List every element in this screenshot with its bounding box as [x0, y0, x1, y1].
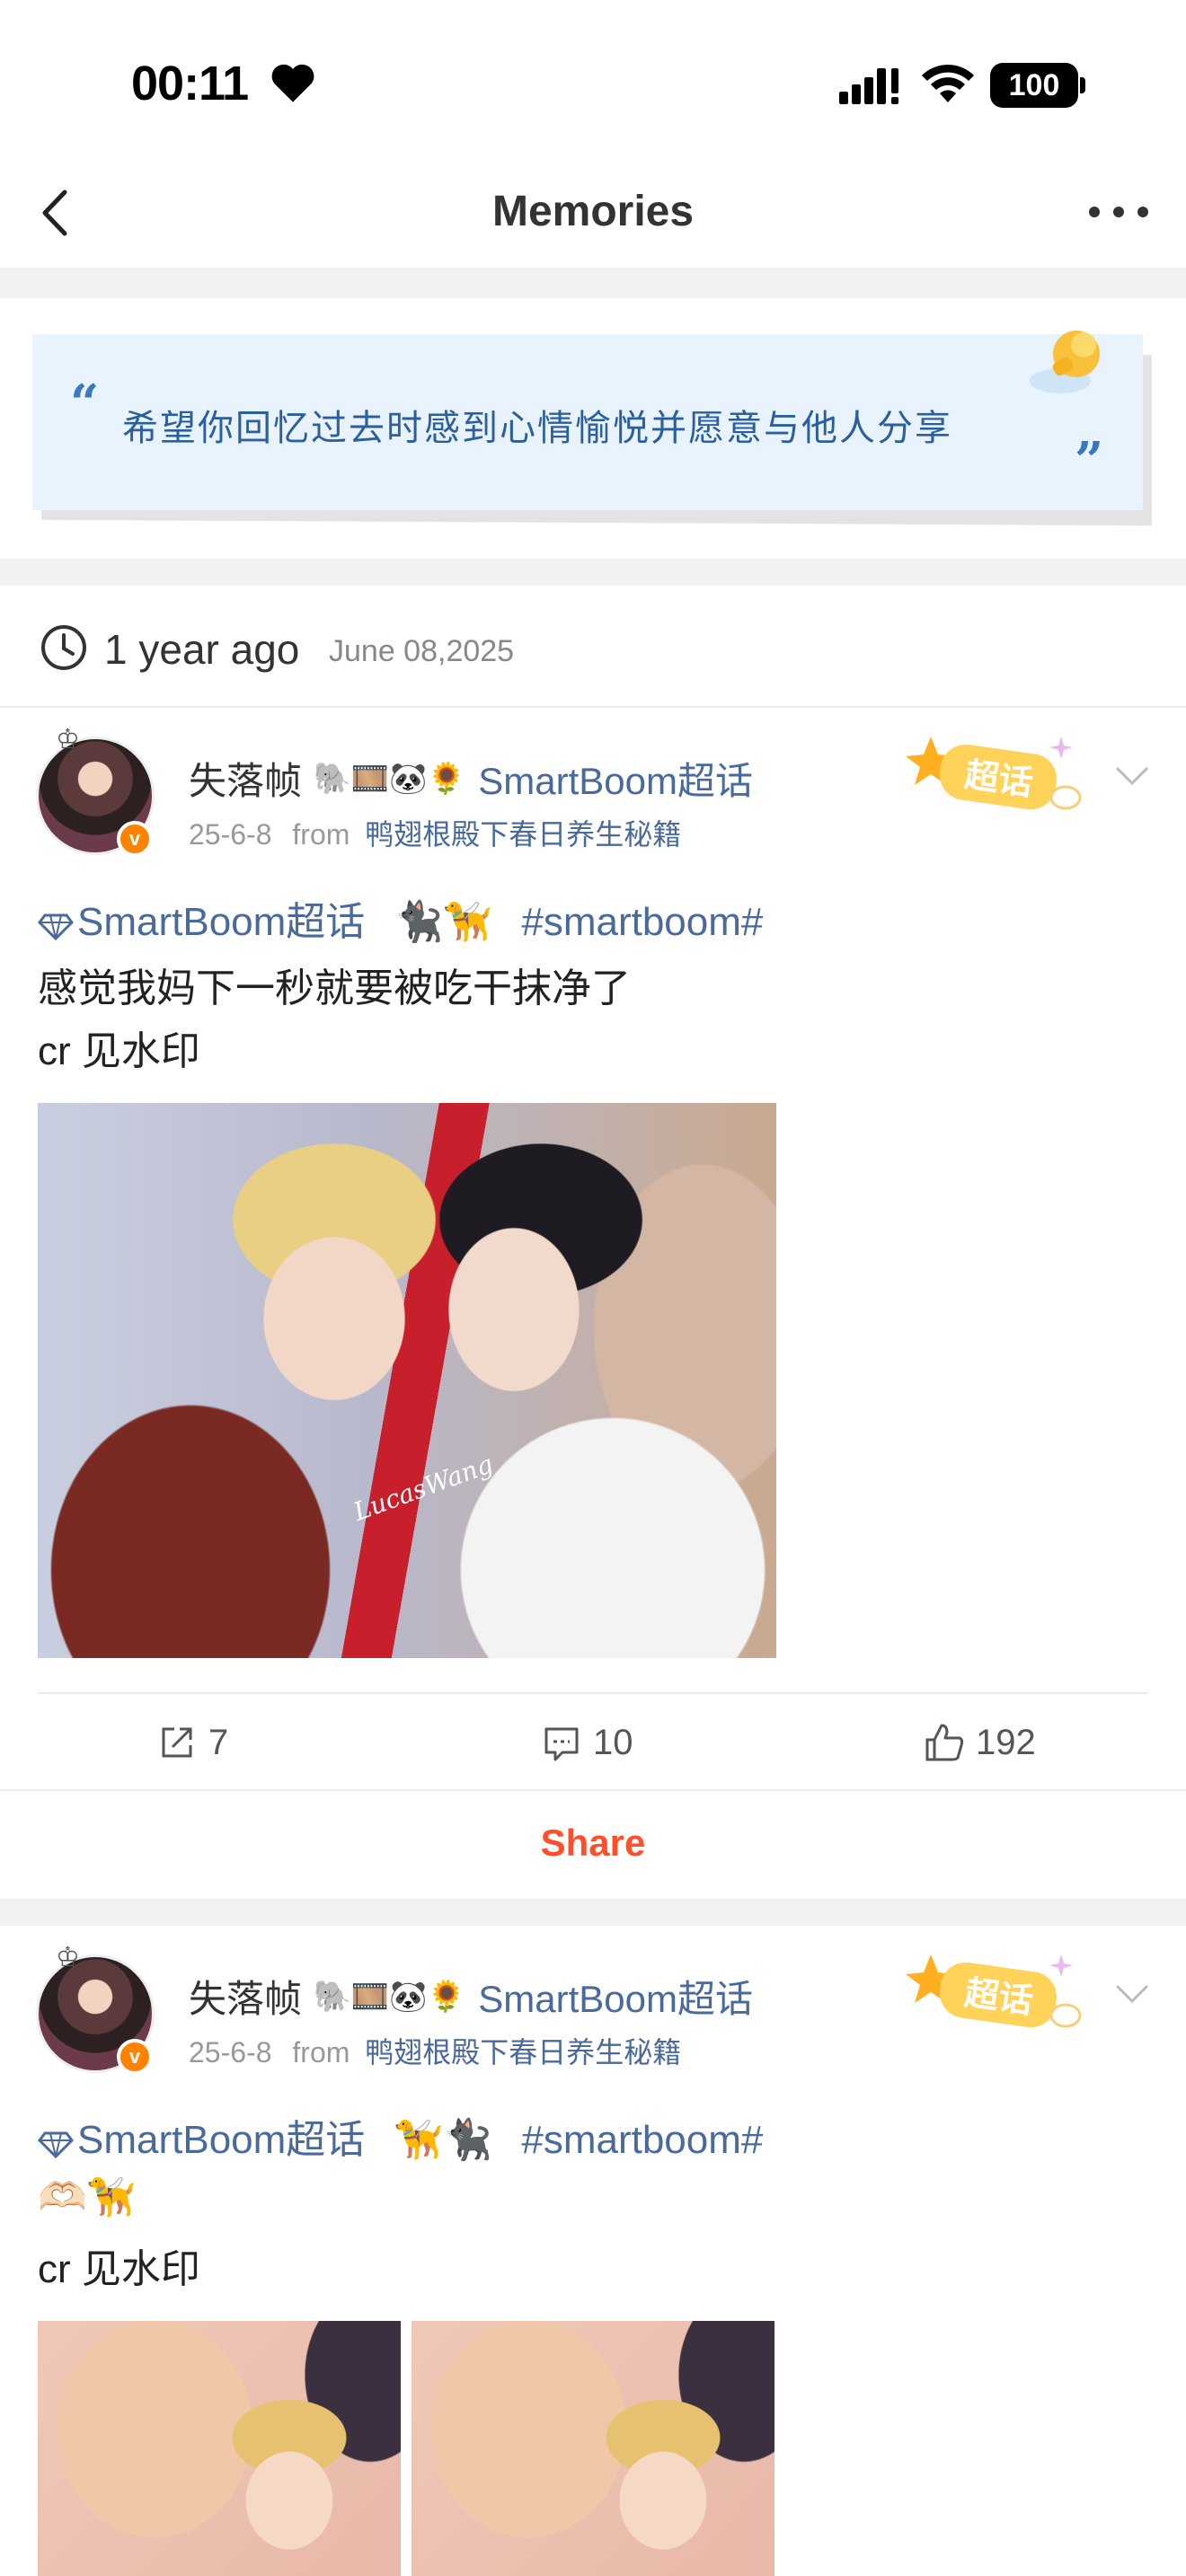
verified-badge-icon: v	[117, 821, 153, 857]
author-row: 失落帧 🐘🎞️🐼🌻 SmartBoom超话	[189, 1969, 753, 2023]
post-text-line: cr 见水印	[38, 2247, 200, 2291]
hashtag-link[interactable]: #smartboom#	[521, 900, 763, 944]
crown-icon: ♔	[56, 1943, 80, 1972]
topic-link[interactable]: SmartBoom超话	[478, 751, 753, 806]
section-gap	[0, 1899, 1186, 1926]
hashtag-link[interactable]: #smartboom#	[521, 2118, 763, 2162]
author-row: 失落帧 🐘🎞️🐼🌻 SmartBoom超话	[189, 751, 753, 805]
quote-close-mark: ”	[1075, 431, 1104, 490]
time-date: June 08,2025	[329, 634, 515, 668]
post-date: 25-6-8	[189, 818, 272, 851]
post-text-line: 🫶🏻🦮	[38, 2175, 137, 2219]
wifi-icon	[922, 64, 974, 102]
page-title: Memories	[491, 188, 695, 235]
section-gap	[0, 559, 1186, 586]
post-date: 25-6-8	[189, 2036, 272, 2069]
post-image[interactable]	[412, 2321, 774, 2576]
author-emoji-decoration: 🐘🎞️🐼🌻	[313, 1979, 465, 2014]
section-gap	[0, 268, 1186, 298]
chevron-down-icon[interactable]	[1111, 1972, 1154, 2016]
source-link[interactable]: 鸭翅根殿下春日养生秘籍	[365, 2036, 681, 2069]
diamond-icon	[38, 913, 74, 941]
post-image[interactable]	[38, 1103, 776, 1658]
status-bar: 00:11 100	[0, 0, 1186, 162]
chaohua-badge-icon[interactable]: 超话	[904, 1945, 1093, 2035]
like-count: 192	[976, 1722, 1036, 1762]
post-text-line: cr 见水印	[38, 1029, 200, 1073]
chevron-down-icon[interactable]	[1111, 754, 1154, 798]
topic-link[interactable]: SmartBoom超话	[478, 1969, 753, 2024]
comment-icon	[544, 1727, 579, 1761]
author-name[interactable]: 失落帧	[189, 751, 302, 806]
post-emoji: 🦮🐈‍⬛	[394, 2118, 493, 2162]
post-meta: 25-6-8 from 鸭翅根殿下春日养生秘籍	[189, 2030, 681, 2071]
repost-icon	[162, 1727, 192, 1758]
quote-open-mark: “	[70, 374, 100, 433]
repost-count: 7	[208, 1722, 229, 1762]
diamond-icon	[38, 2131, 74, 2159]
battery-indicator: 100	[990, 63, 1085, 108]
author-name[interactable]: 失落帧	[189, 1969, 302, 2024]
pushpin-icon	[1030, 331, 1100, 393]
divider	[0, 706, 1186, 708]
post-meta: 25-6-8 from 鸭翅根殿下春日养生秘籍	[189, 812, 681, 853]
post-actions: 7 10 192	[0, 1694, 1186, 1793]
time-relative: 1 year ago	[104, 626, 300, 673]
avatar[interactable]: ♔ v	[36, 1943, 155, 2075]
like-button[interactable]: 192	[924, 1721, 1036, 1766]
post-image[interactable]	[38, 2321, 401, 2576]
memory-quote-card: “ 希望你回忆过去时感到心情愉悦并愿意与他人分享 ”	[32, 331, 1155, 526]
more-options-icon[interactable]	[1078, 194, 1159, 230]
topic-link[interactable]: SmartBoom超话	[77, 2118, 365, 2162]
quote-text: 希望你回忆过去时感到心情愉悦并愿意与他人分享	[122, 408, 952, 449]
nav-bar: Memories	[0, 162, 1186, 268]
from-label: from	[292, 2036, 350, 2069]
author-emoji-decoration: 🐘🎞️🐼🌻	[313, 761, 465, 796]
comment-button[interactable]: 10	[541, 1721, 633, 1766]
post-text-line: SmartBoom超话 🐈‍⬛🦮 #smartboom#	[38, 889, 763, 947]
avatar[interactable]: ♔ v	[36, 725, 155, 857]
source-link[interactable]: 鸭翅根殿下春日养生秘籍	[365, 818, 681, 851]
chaohua-badge-icon[interactable]: 超话	[904, 728, 1093, 817]
heart-icon	[271, 64, 314, 102]
comment-count: 10	[593, 1722, 633, 1762]
status-time: 00:11	[131, 57, 249, 110]
post-emoji: 🐈‍⬛🦮	[394, 900, 493, 944]
memory-time-row: 1 year ago June 08,2025	[0, 589, 1186, 706]
share-button[interactable]: Share	[541, 1822, 646, 1865]
repost-button[interactable]: 7	[156, 1721, 228, 1766]
post-text-line: 感觉我妈下一秒就要被吃干抹净了	[38, 966, 631, 1010]
topic-link[interactable]: SmartBoom超话	[77, 900, 365, 944]
from-label: from	[292, 818, 350, 851]
cellular-signal-icon	[839, 68, 898, 104]
post-text-line: SmartBoom超话 🦮🐈‍⬛ #smartboom#	[38, 2107, 763, 2165]
thumbs-up-icon	[925, 1724, 964, 1761]
verified-badge-icon: v	[117, 2039, 153, 2075]
crown-icon: ♔	[56, 725, 80, 754]
clock-icon	[41, 625, 86, 670]
share-row: Share	[0, 1791, 1186, 1899]
